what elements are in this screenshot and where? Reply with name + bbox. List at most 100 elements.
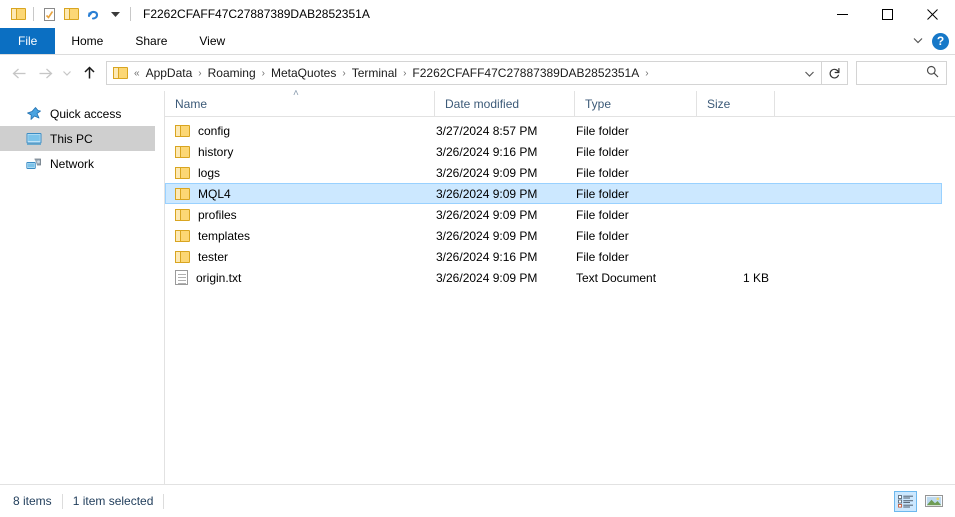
tab-view[interactable]: View [183, 28, 241, 54]
breadcrumb-item-current[interactable]: F2262CFAFF47C27887389DAB2852351A [408, 64, 643, 82]
new-folder-icon[interactable] [60, 3, 82, 25]
help-icon[interactable]: ? [932, 32, 949, 50]
undo-icon[interactable] [82, 3, 104, 25]
table-row[interactable]: history 3/26/2024 9:16 PM File folder [165, 141, 942, 162]
folder-icon [175, 124, 190, 137]
tab-home[interactable]: Home [55, 28, 119, 54]
recent-locations-button[interactable] [58, 60, 76, 86]
breadcrumb-item-appdata[interactable]: AppData [142, 64, 197, 82]
large-icons-view-button[interactable] [922, 491, 945, 512]
column-header-name[interactable]: Name ˄ [165, 88, 435, 116]
breadcrumb-separator[interactable]: › [643, 68, 650, 79]
file-type: File folder [576, 123, 629, 138]
file-type: Text Document [576, 270, 657, 285]
tab-file[interactable]: File [0, 28, 56, 54]
customize-qat-icon[interactable] [104, 3, 126, 25]
table-row[interactable]: MQL4 3/26/2024 9:09 PM File folder [165, 183, 942, 204]
folder-icon[interactable] [7, 3, 29, 25]
status-divider [163, 493, 165, 509]
search-input[interactable] [856, 61, 947, 85]
tab-share[interactable]: Share [119, 28, 183, 54]
back-button[interactable] [6, 60, 32, 86]
close-button[interactable] [910, 0, 955, 28]
properties-icon[interactable] [38, 3, 60, 25]
file-list: config 3/27/2024 8:57 PM File folder his… [165, 117, 955, 484]
details-view-button[interactable] [894, 490, 917, 512]
minimize-button[interactable] [820, 0, 865, 28]
file-name-cell: MQL4 [166, 187, 436, 201]
breadcrumb[interactable]: « AppData › Roaming › MetaQuotes › Termi… [106, 61, 822, 85]
breadcrumb-separator[interactable]: › [196, 68, 203, 79]
maximize-button[interactable] [865, 0, 910, 28]
sidebar-item-label: Network [50, 156, 95, 171]
file-name: logs [198, 165, 221, 180]
ribbon-tabs: File Home Share View ? [0, 28, 955, 55]
quick-access-toolbar: F2262CFAFF47C27887389DAB2852351A [0, 3, 370, 25]
file-date: 3/26/2024 9:09 PM [436, 165, 538, 180]
folder-icon [175, 250, 190, 263]
breadcrumb-dropdown-icon[interactable] [799, 68, 819, 79]
breadcrumb-item-terminal[interactable]: Terminal [348, 64, 401, 82]
table-row[interactable]: templates 3/26/2024 9:09 PM File folder [165, 225, 942, 246]
window-controls [820, 0, 955, 28]
file-type: File folder [576, 165, 629, 180]
qat-divider [33, 7, 34, 21]
status-bar: 8 items 1 item selected [0, 484, 955, 517]
main-area: Quick access This PC Network Name ˄ Date… [0, 88, 955, 484]
sidebar-item-label: Quick access [50, 106, 122, 121]
sidebar-item-this-pc[interactable]: This PC [0, 126, 155, 151]
file-type: File folder [576, 249, 629, 264]
sidebar-item-label: This PC [50, 131, 93, 146]
breadcrumb-item-roaming[interactable]: Roaming [204, 64, 260, 82]
table-row[interactable]: origin.txt 3/26/2024 9:09 PM Text Docume… [165, 267, 942, 288]
view-toggles [894, 490, 945, 512]
table-row[interactable]: logs 3/26/2024 9:09 PM File folder [165, 162, 942, 183]
folder-icon [175, 229, 190, 242]
search-icon [926, 65, 939, 81]
column-header-date-modified[interactable]: Date modified [435, 91, 575, 116]
file-type: File folder [576, 207, 629, 222]
up-button[interactable] [76, 60, 102, 86]
column-header-size[interactable]: Size [697, 91, 775, 116]
file-name: profiles [198, 207, 237, 222]
file-name: config [198, 123, 231, 138]
breadcrumb-folder-icon [113, 67, 128, 79]
file-size: 1 KB [742, 270, 769, 285]
file-name-cell: origin.txt [166, 270, 436, 285]
table-row[interactable]: config 3/27/2024 8:57 PM File folder [165, 120, 942, 141]
refresh-button[interactable] [822, 61, 848, 85]
sidebar-item-network[interactable]: Network [0, 151, 155, 176]
sort-ascending-icon: ˄ [293, 88, 299, 99]
breadcrumb-item-metaquotes[interactable]: MetaQuotes [267, 64, 340, 82]
column-header-label: Name [175, 96, 208, 111]
address-bar: « AppData › Roaming › MetaQuotes › Termi… [0, 55, 955, 91]
breadcrumb-separator[interactable]: › [260, 68, 267, 79]
sidebar-item-quick-access[interactable]: Quick access [0, 101, 155, 126]
table-row[interactable]: profiles 3/26/2024 9:09 PM File folder [165, 204, 942, 225]
selection-status-label: 1 item selected [72, 494, 154, 508]
file-type: File folder [576, 144, 629, 159]
file-date: 3/26/2024 9:16 PM [436, 249, 538, 264]
ribbon-right-controls: ? [912, 28, 949, 54]
file-name: MQL4 [198, 186, 231, 201]
column-header-type[interactable]: Type [575, 91, 697, 116]
forward-button[interactable] [32, 60, 58, 86]
file-list-pane: Name ˄ Date modified Type Size config 3/… [165, 88, 955, 484]
text-document-icon [175, 270, 188, 285]
folder-icon [175, 208, 190, 221]
file-date: 3/26/2024 9:09 PM [436, 228, 538, 243]
file-name-cell: templates [166, 229, 436, 243]
column-header-label: Size [707, 96, 731, 111]
navigation-pane: Quick access This PC Network [0, 91, 165, 484]
title-bar: F2262CFAFF47C27887389DAB2852351A [0, 0, 955, 28]
pin-icon [26, 106, 42, 122]
file-name-cell: tester [166, 250, 436, 264]
file-date: 3/26/2024 9:09 PM [436, 207, 538, 222]
file-date: 3/27/2024 8:57 PM [436, 123, 538, 138]
breadcrumb-separator[interactable]: › [401, 68, 408, 79]
breadcrumb-separator[interactable]: › [340, 68, 347, 79]
file-date: 3/26/2024 9:09 PM [436, 186, 538, 201]
chevron-down-icon[interactable] [912, 34, 924, 49]
network-icon [26, 156, 42, 172]
table-row[interactable]: tester 3/26/2024 9:16 PM File folder [165, 246, 942, 267]
